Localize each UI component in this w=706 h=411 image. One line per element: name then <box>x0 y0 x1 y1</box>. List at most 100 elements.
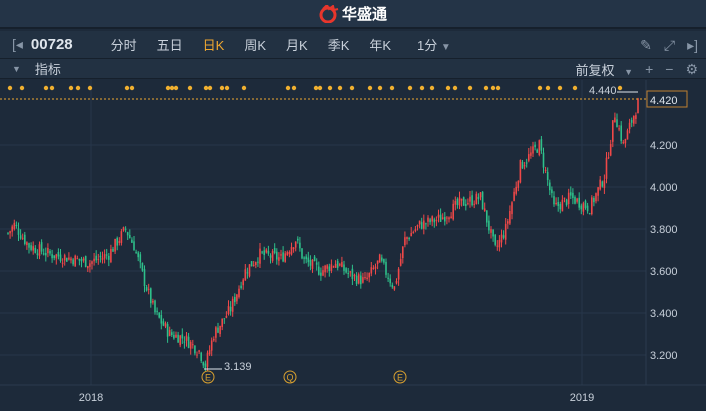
candle-body <box>131 239 133 243</box>
expand-panel-icon[interactable]: ▸] <box>687 37 698 54</box>
event-dot[interactable] <box>187 85 193 91</box>
event-dot[interactable] <box>219 85 225 91</box>
event-dot[interactable] <box>557 85 563 91</box>
event-dot[interactable] <box>129 85 135 91</box>
candle-body <box>189 341 192 349</box>
candle-body <box>425 223 427 225</box>
tab-five-day[interactable]: 五日 <box>157 35 183 54</box>
event-dot[interactable] <box>313 85 319 91</box>
event-dot[interactable] <box>203 85 209 91</box>
event-dot[interactable] <box>349 85 355 91</box>
candle-body <box>24 234 26 244</box>
event-dot[interactable] <box>572 85 578 91</box>
event-quarterly[interactable]: Q <box>283 370 297 384</box>
event-dot[interactable] <box>87 85 93 91</box>
low-label: 3.139 <box>224 361 252 373</box>
kline-chart[interactable]: 4.420 4.200 4.000 3.800 3.600 3.400 3.200 4.4… <box>0 80 706 408</box>
candle-body <box>418 220 421 225</box>
event-dot[interactable] <box>224 85 230 91</box>
candle-body <box>200 352 202 361</box>
candle-body <box>93 258 95 262</box>
adjust-dropdown[interactable]: 前复权 ▼ <box>576 60 634 79</box>
event-dot[interactable] <box>327 85 333 91</box>
candle-body <box>633 115 635 124</box>
candle-body <box>143 269 146 287</box>
tab-intraday[interactable]: 分时 <box>111 35 137 54</box>
event-dot[interactable] <box>407 85 413 91</box>
event-dot[interactable] <box>367 85 373 91</box>
candle-body <box>30 245 32 250</box>
event-dot[interactable] <box>7 85 13 91</box>
event-dot[interactable] <box>445 85 451 91</box>
event-dot[interactable] <box>545 85 551 91</box>
collapse-sidebar-icon[interactable]: [◂ <box>12 36 23 53</box>
candle-body <box>9 231 11 234</box>
event-dot[interactable] <box>207 85 213 91</box>
candle-body <box>137 252 139 258</box>
event-dot[interactable] <box>291 85 297 91</box>
event-dot[interactable] <box>75 85 81 91</box>
event-dot[interactable] <box>285 85 291 91</box>
candle-body <box>349 271 352 273</box>
candle-body <box>259 248 261 264</box>
candle-body <box>507 221 509 224</box>
event-earnings-1[interactable]: E <box>201 370 215 384</box>
candle-body <box>162 321 165 326</box>
kline-svg[interactable]: 4.420 4.200 4.000 3.800 3.600 3.400 3.200 4.4… <box>0 80 706 408</box>
settings-gear-icon[interactable]: ⚙ <box>685 61 698 78</box>
event-dot[interactable] <box>68 85 74 91</box>
event-dot[interactable] <box>241 85 247 91</box>
event-dot[interactable] <box>495 85 501 91</box>
zoom-in-icon[interactable]: + <box>645 61 653 77</box>
candle-body <box>49 250 51 254</box>
event-dot[interactable] <box>19 85 25 91</box>
tab-daily-k[interactable]: 日K <box>203 35 225 54</box>
candle-body <box>576 198 578 202</box>
candle-body <box>339 264 341 266</box>
candle-body <box>227 306 230 315</box>
candle-body <box>519 160 522 183</box>
candle-body <box>488 220 490 231</box>
candle-body <box>324 265 326 273</box>
fullscreen-icon[interactable]: ⤢ <box>664 37 675 54</box>
tab-monthly-k[interactable]: 月K <box>286 35 308 54</box>
tab-yearly-k[interactable]: 年K <box>369 35 391 54</box>
indicator-label[interactable]: 指标 <box>35 59 61 78</box>
event-dot[interactable] <box>43 85 49 91</box>
event-dot[interactable] <box>377 85 383 91</box>
candle-body <box>66 258 68 262</box>
event-dot[interactable] <box>124 85 130 91</box>
candle-body <box>448 217 450 220</box>
tab-weekly-k[interactable]: 周K <box>244 35 266 54</box>
candle-body <box>40 242 43 252</box>
pencil-icon[interactable]: ✎ <box>640 37 652 54</box>
event-dot[interactable] <box>317 85 323 91</box>
price-tick: 3.200 <box>650 350 678 362</box>
event-dot[interactable] <box>169 85 175 91</box>
candle-body <box>82 258 85 261</box>
candle-body <box>154 300 156 313</box>
event-dot[interactable] <box>483 85 489 91</box>
candle-body <box>473 203 475 205</box>
event-earnings-2[interactable]: E <box>393 370 407 384</box>
event-dot[interactable] <box>337 85 343 91</box>
event-dot[interactable] <box>419 85 425 91</box>
event-dot[interactable] <box>467 85 473 91</box>
interval-dropdown[interactable]: 1分 ▼ <box>417 35 451 54</box>
event-dot[interactable] <box>389 85 395 91</box>
event-dot[interactable] <box>490 85 496 91</box>
event-dot[interactable] <box>165 85 171 91</box>
candle-body <box>433 219 436 223</box>
event-dot[interactable] <box>617 85 623 91</box>
tab-quarterly-k[interactable]: 季K <box>328 35 350 54</box>
event-dot[interactable] <box>429 85 435 91</box>
collapse-indicator-icon[interactable]: ▼ <box>12 64 21 74</box>
event-dot[interactable] <box>452 85 458 91</box>
candle-body <box>252 264 255 266</box>
event-dot[interactable] <box>173 85 179 91</box>
zoom-out-icon[interactable]: − <box>665 61 673 77</box>
candle-body <box>292 247 295 250</box>
event-dot[interactable] <box>49 85 55 91</box>
event-dot[interactable] <box>537 85 543 91</box>
candle-body <box>234 296 236 303</box>
